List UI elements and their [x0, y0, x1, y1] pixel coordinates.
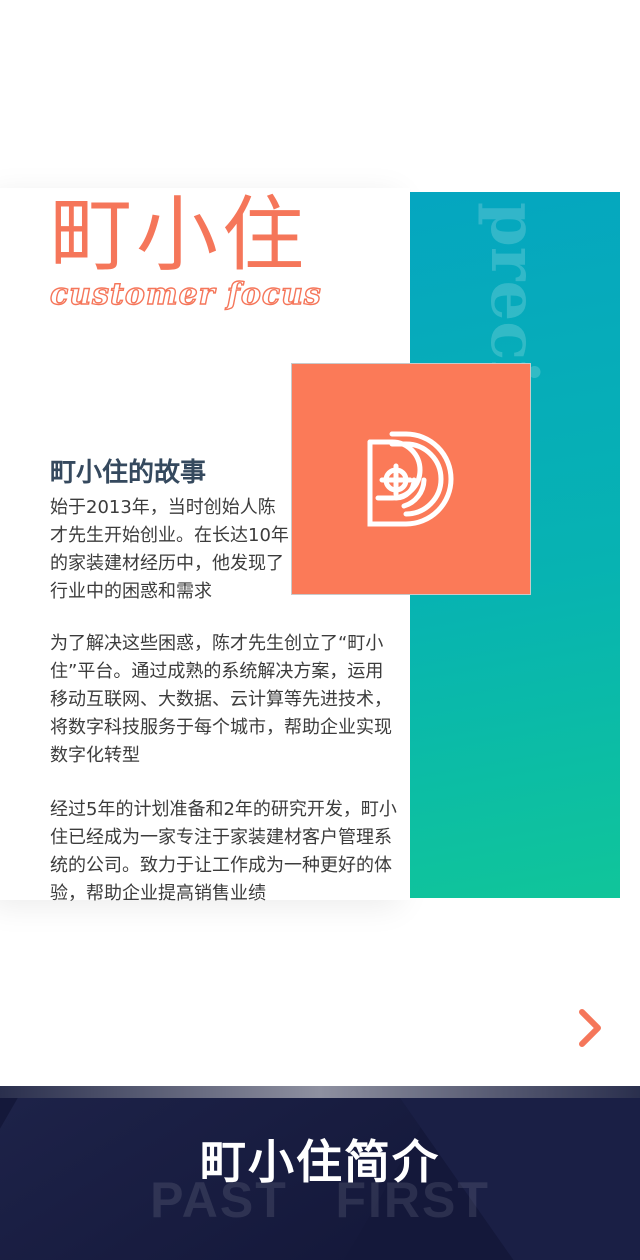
story-paragraph-2: 为了解决这些困惑，陈才先生创立了“町小住”平台。通过成熟的系统解决方案，运用移动… [50, 633, 392, 766]
story-paragraph-1: 始于2013年，当时创始人陈才先生开始创业。在长达10年的家装建材经历中，他发现… [50, 497, 289, 602]
next-button[interactable] [570, 1006, 610, 1050]
logo-tile [291, 363, 531, 595]
brand-subtitle: customer focus [49, 277, 322, 312]
brand-title: 町小住 [50, 188, 309, 283]
footer-title: 町小住简介 [200, 1135, 440, 1189]
story-paragraph-3: 经过5年的计划准备和2年的研究开发，町小住已经成为一家专注于家装建材客户管理系统… [50, 799, 397, 904]
chevron-right-icon [579, 1009, 601, 1047]
footer-divider [0, 1086, 640, 1098]
brand-logo-icon [367, 431, 454, 527]
story-title: 町小住的故事 [50, 458, 207, 488]
